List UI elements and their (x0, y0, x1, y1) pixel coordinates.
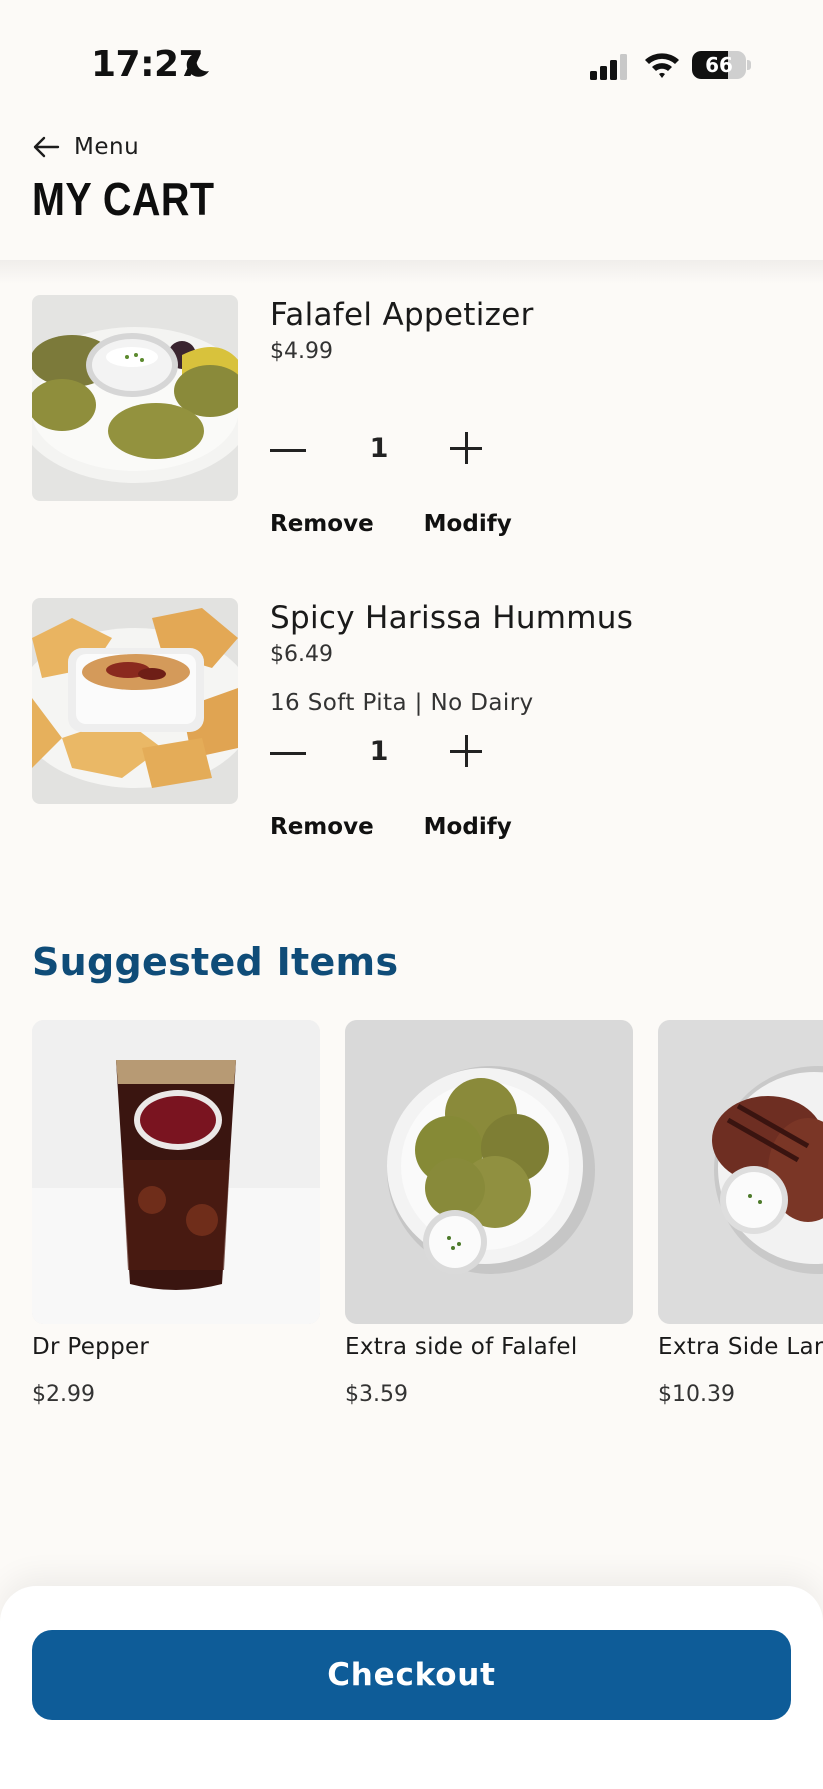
quantity-value: 1 (369, 736, 389, 767)
quantity-stepper: 1 (270, 728, 490, 778)
suggested-item-price: $10.39 (658, 1382, 735, 1407)
cellular-signal-icon (590, 54, 627, 80)
header-divider (0, 260, 823, 284)
falafel-appetizer-image (32, 295, 238, 501)
suggested-items-carousel[interactable]: Dr Pepper $2.99 Extra side of Falafel $3… (0, 1020, 823, 1420)
extra-side-lamb-image (658, 1020, 823, 1324)
spicy-harissa-hummus-image (32, 598, 238, 804)
battery-cap (747, 60, 751, 70)
cart-item: Falafel Appetizer $4.99 1 Remove Modify (32, 295, 792, 537)
remove-button[interactable]: Remove (270, 511, 374, 537)
back-arrow-icon (33, 136, 60, 158)
suggested-item-price: $3.59 (345, 1382, 408, 1407)
page-title: MY CART (32, 173, 215, 225)
quantity-value: 1 (369, 433, 389, 464)
cart-item-name: Falafel Appetizer (270, 297, 534, 333)
back-label: Menu (74, 134, 140, 160)
cart-item-actions: Remove Modify (270, 511, 512, 537)
decrease-quantity-button[interactable] (270, 435, 306, 465)
quantity-stepper: 1 (270, 425, 490, 475)
suggested-item-name: Extra side of Falafel (345, 1334, 578, 1360)
cart-item-price: $6.49 (270, 642, 333, 667)
dr-pepper-image (32, 1020, 320, 1324)
extra-side-of-falafel-image (345, 1020, 633, 1324)
wifi-icon (645, 53, 679, 78)
suggested-item-name: Dr Pepper (32, 1334, 150, 1360)
suggested-item-card[interactable]: Dr Pepper $2.99 (32, 1020, 320, 1407)
suggested-item-card[interactable]: Extra side of Falafel $3.59 (345, 1020, 633, 1407)
cart-item-modifiers: 16 Soft Pita | No Dairy (270, 690, 534, 716)
moon-icon (186, 52, 209, 77)
cart-item-name: Spicy Harissa Hummus (270, 600, 634, 636)
remove-button[interactable]: Remove (270, 814, 374, 840)
suggested-item-name: Extra Side Lar (658, 1334, 823, 1360)
cart-item-price: $4.99 (270, 339, 333, 364)
decrease-quantity-button[interactable] (270, 738, 306, 768)
checkout-panel: Checkout (0, 1586, 823, 1789)
increase-quantity-button[interactable] (450, 431, 484, 465)
modify-button[interactable]: Modify (424, 511, 512, 537)
cart-item-actions: Remove Modify (270, 814, 512, 840)
status-bar: 17:27 66 (0, 0, 823, 120)
cart-header: Menu MY CART (0, 120, 823, 260)
suggested-item-price: $2.99 (32, 1382, 95, 1407)
cart-item: Spicy Harissa Hummus $6.49 16 Soft Pita … (32, 598, 792, 840)
increase-quantity-button[interactable] (450, 734, 484, 768)
battery-level: 66 (705, 53, 733, 77)
suggested-item-card[interactable]: Extra Side Lar $10.39 (658, 1020, 823, 1407)
battery-icon: 66 (692, 51, 746, 79)
modify-button[interactable]: Modify (424, 814, 512, 840)
battery-indicator: 66 (692, 51, 751, 81)
suggested-items-heading: Suggested Items (32, 940, 399, 984)
checkout-button[interactable]: Checkout (32, 1630, 791, 1720)
back-to-menu-button[interactable]: Menu (32, 134, 139, 160)
